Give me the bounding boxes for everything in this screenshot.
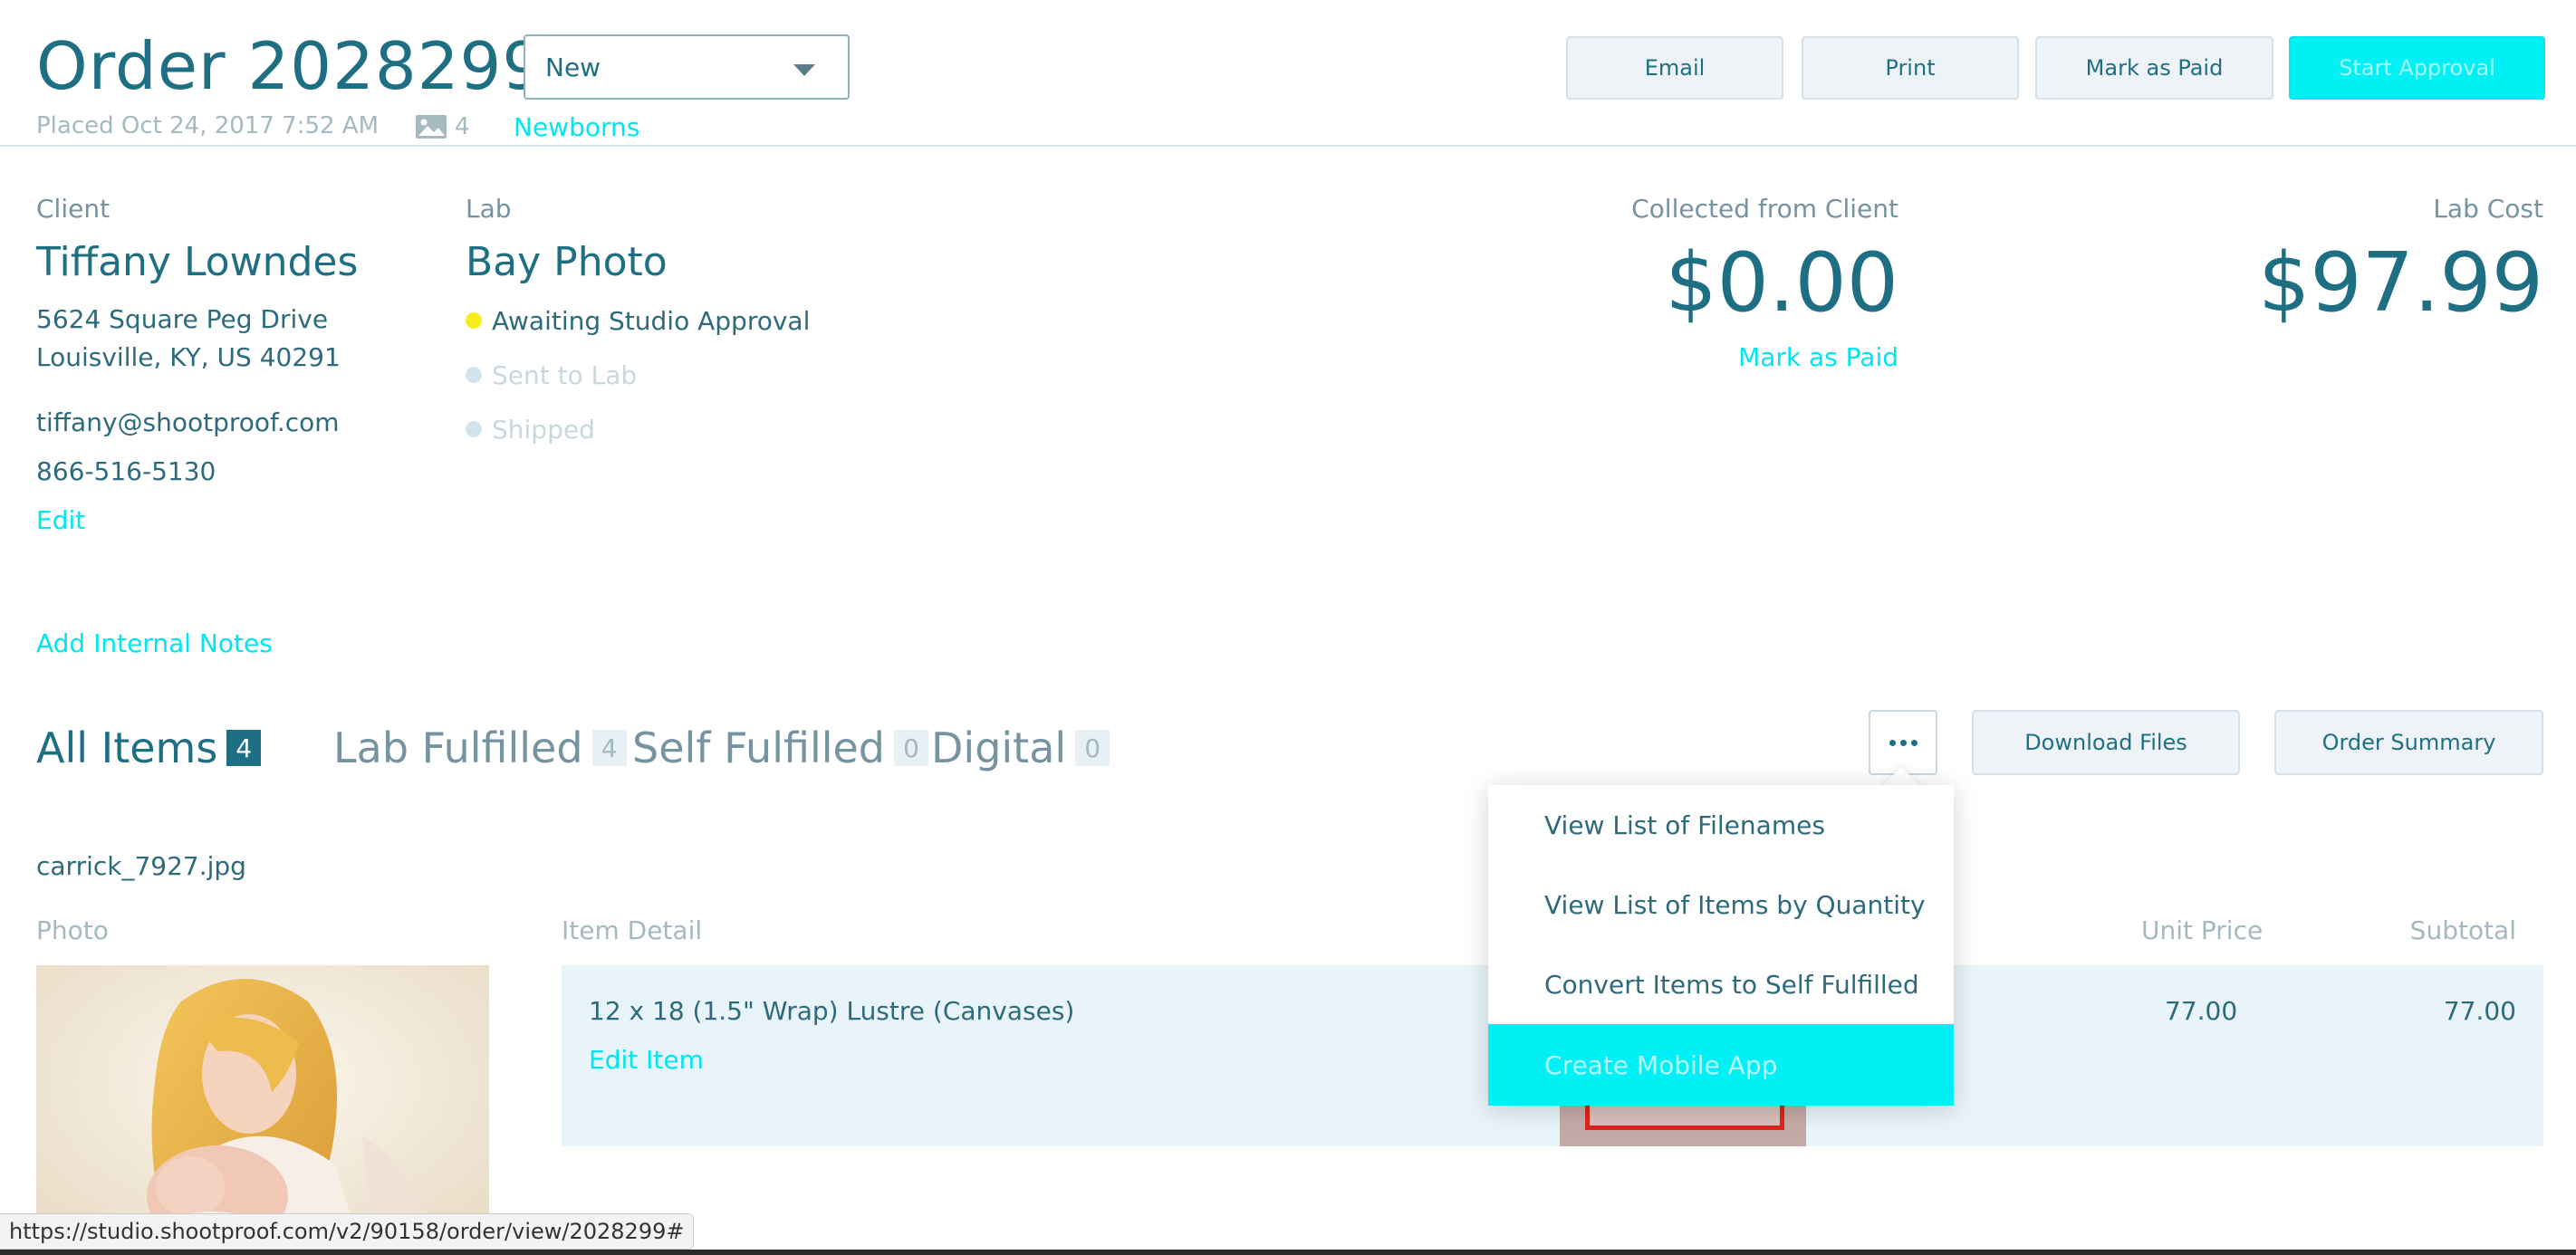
order-status-select[interactable]: New <box>524 34 850 100</box>
client-label: Client <box>36 194 111 224</box>
more-actions-button[interactable] <box>1869 710 1937 775</box>
tab-self-fulfilled[interactable]: Self Fulfilled 0 <box>632 721 929 775</box>
collected-from-client-label: Collected from Client <box>1631 194 1898 224</box>
tab-count-badge: 0 <box>1075 730 1110 766</box>
tab-lab-fulfilled[interactable]: Lab Fulfilled 4 <box>333 721 627 775</box>
lab-cost-label: Lab Cost <box>2433 194 2543 224</box>
order-placed-date: Placed Oct 24, 2017 7:52 AM <box>36 112 380 139</box>
more-actions-menu: View List of Filenames View List of Item… <box>1488 785 1954 1106</box>
client-address-line1: 5624 Square Peg Drive <box>36 304 329 334</box>
mark-as-paid-link[interactable]: Mark as Paid <box>1738 342 1898 372</box>
page-title: Order 2028299 <box>36 28 545 104</box>
client-email: tiffany@shootproof.com <box>36 407 340 437</box>
add-internal-notes-link[interactable]: Add Internal Notes <box>36 628 273 658</box>
item-product-thumbnail <box>1560 1103 1806 1146</box>
ellipsis-icon <box>1889 739 1918 746</box>
order-status-value: New <box>545 53 601 82</box>
menu-item-convert-self-fulfilled[interactable]: Convert Items to Self Fulfilled <box>1488 944 1954 1024</box>
client-address-line2: Louisville, KY, US 40291 <box>36 342 341 372</box>
column-header-item-detail: Item Detail <box>562 915 703 945</box>
status-dot-icon <box>466 421 482 437</box>
order-photo-thumbnail[interactable] <box>36 965 489 1255</box>
item-detail-name: 12 x 18 (1.5" Wrap) Lustre (Canvases) <box>589 996 1075 1026</box>
menu-item-view-filenames[interactable]: View List of Filenames <box>1488 785 1954 865</box>
collected-amount: $0.00 <box>1665 235 1898 331</box>
tab-count-badge: 0 <box>894 730 929 766</box>
lab-cost-amount: $97.99 <box>2258 235 2543 331</box>
mark-as-paid-button[interactable]: Mark as Paid <box>2035 36 2273 100</box>
tab-label: Lab Fulfilled <box>333 723 583 772</box>
header-divider <box>0 145 2576 147</box>
download-files-button[interactable]: Download Files <box>1972 710 2240 775</box>
status-step-label: Shipped <box>492 414 595 445</box>
status-step-sent-to-lab: Sent to Lab <box>466 359 637 391</box>
category-link[interactable]: Newborns <box>514 112 639 142</box>
item-unit-price: 77.00 <box>2165 996 2238 1026</box>
photo-count: 4 <box>415 112 470 141</box>
photo-image <box>36 965 489 1255</box>
edit-item-link[interactable]: Edit Item <box>589 1045 704 1075</box>
client-phone: 866-516-5130 <box>36 456 216 486</box>
item-filename: carrick_7927.jpg <box>36 851 246 881</box>
status-step-label: Sent to Lab <box>492 359 638 390</box>
print-button[interactable]: Print <box>1802 36 2019 100</box>
status-dot-icon <box>466 312 482 329</box>
edit-client-link[interactable]: Edit <box>36 505 85 535</box>
start-approval-button[interactable]: Start Approval <box>2289 36 2545 100</box>
column-header-unit-price: Unit Price <box>2141 915 2264 945</box>
status-step-label: Awaiting Studio Approval <box>492 305 811 336</box>
menu-item-view-items-by-quantity[interactable]: View List of Items by Quantity <box>1488 865 1954 944</box>
tab-count-badge: 4 <box>226 730 262 766</box>
status-bar-url: https://studio.shootproof.com/v2/90158/o… <box>0 1213 695 1250</box>
order-summary-button[interactable]: Order Summary <box>2274 710 2543 775</box>
lab-label: Lab <box>466 194 512 224</box>
tab-count-badge: 4 <box>591 730 627 766</box>
column-header-subtotal: Subtotal <box>2409 915 2516 945</box>
chevron-down-icon <box>793 64 815 76</box>
tab-label: All Items <box>36 723 218 772</box>
window-bottom-edge <box>0 1250 2576 1255</box>
status-step-awaiting-approval: Awaiting Studio Approval <box>466 304 810 337</box>
item-subtotal: 77.00 <box>2443 996 2516 1026</box>
tab-label: Self Fulfilled <box>632 723 886 772</box>
menu-item-create-mobile-app[interactable]: Create Mobile App <box>1488 1024 1954 1106</box>
column-header-photo: Photo <box>36 915 109 945</box>
lab-name: Bay Photo <box>466 239 668 285</box>
client-name: Tiffany Lowndes <box>36 239 359 285</box>
image-icon <box>416 115 447 139</box>
tab-all-items[interactable]: All Items 4 <box>36 721 262 775</box>
photo-count-value: 4 <box>455 113 470 140</box>
tab-digital[interactable]: Digital 0 <box>931 721 1110 775</box>
status-dot-icon <box>466 367 482 383</box>
tab-label: Digital <box>931 723 1067 772</box>
status-step-shipped: Shipped <box>466 413 595 445</box>
email-button[interactable]: Email <box>1566 36 1783 100</box>
